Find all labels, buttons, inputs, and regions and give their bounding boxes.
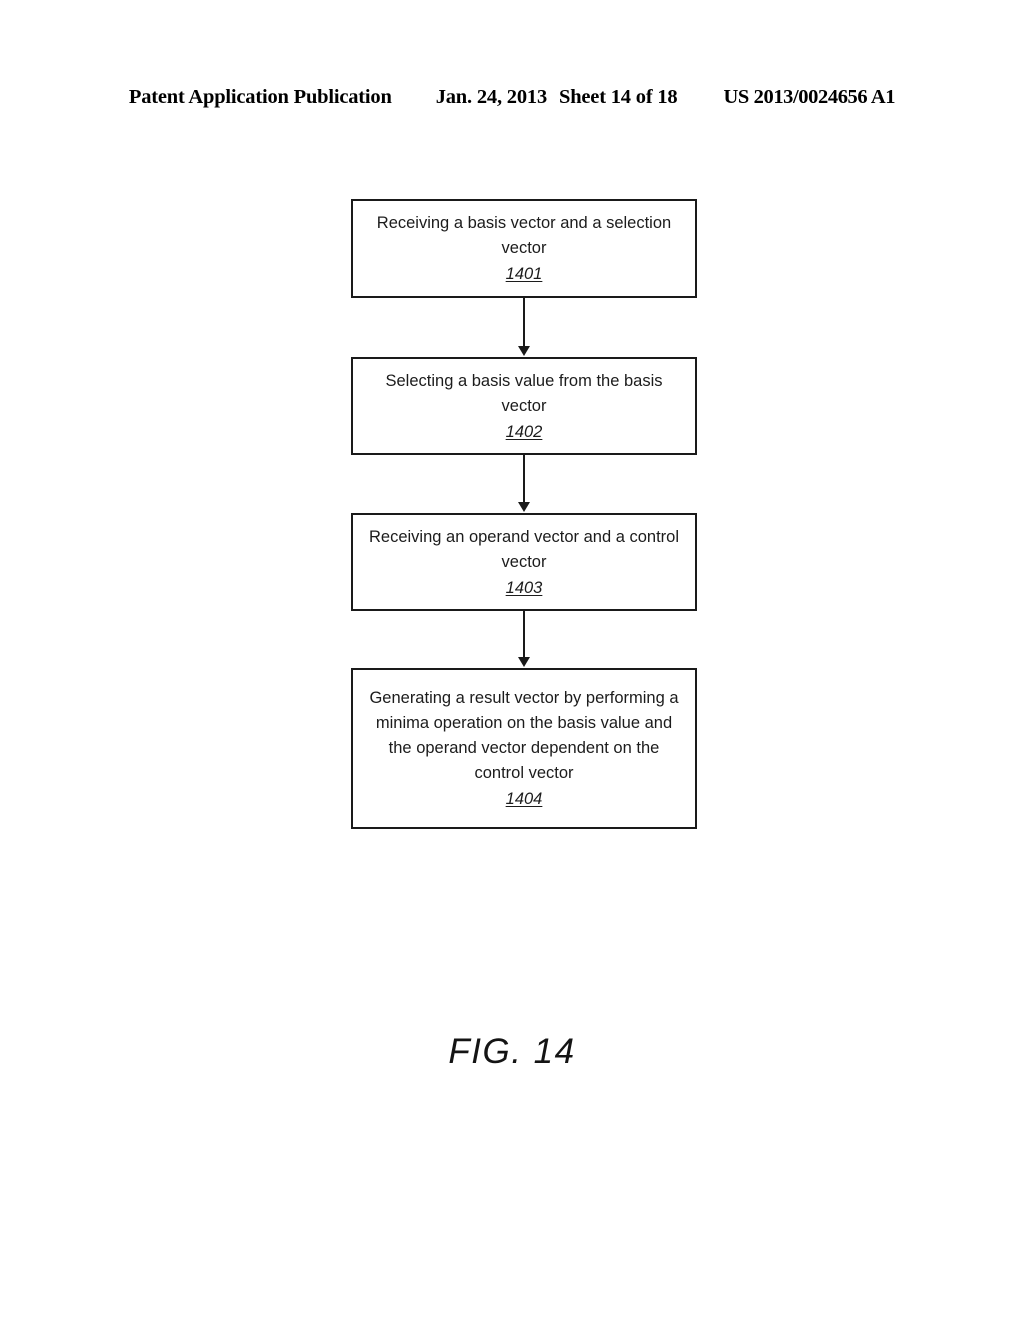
flowchart-node-1401-text: Receiving a basis vector and a selection…	[376, 214, 672, 257]
flowchart-node-1404: Generating a result vector by performing…	[351, 668, 697, 829]
flowchart-node-1401-reference: 1401	[505, 265, 543, 283]
flowchart-arrowhead-1403-to-1404	[518, 657, 530, 667]
flowchart-node-1403-text: Receiving an operand vector and a contro…	[368, 527, 680, 571]
header-publication-number: US 2013/0024656 A1	[723, 86, 896, 108]
flowchart-arrowhead-1402-to-1403	[518, 502, 530, 512]
header-date-label: Jan. 24, 2013	[435, 86, 548, 108]
flowchart-node-1403: Receiving an operand vector and a contro…	[351, 513, 697, 611]
flowchart-node-1404-text: Generating a result vector by performing…	[369, 689, 679, 782]
flowchart-node-1402-reference: 1402	[505, 422, 543, 441]
flowchart-connector-1401-to-1402	[523, 298, 525, 346]
flowchart-node-1402-text: Selecting a basis value from the basis v…	[385, 371, 663, 415]
flowchart-arrowhead-1401-to-1402	[518, 346, 530, 356]
header-sheet-label: Sheet 14 of 18	[559, 86, 678, 108]
flowchart-node-1403-reference: 1403	[505, 578, 543, 597]
flowchart-node-1404-reference: 1404	[505, 790, 543, 808]
page-header: Patent Application Publication Jan. 24, …	[0, 86, 1024, 116]
figure-caption: FIG. 14	[448, 1032, 576, 1071]
flowchart-connector-1403-to-1404	[523, 611, 525, 657]
flowchart-node-1401: Receiving a basis vector and a selection…	[351, 199, 697, 298]
flowchart-node-1402: Selecting a basis value from the basis v…	[351, 357, 697, 455]
header-publication-label: Patent Application Publication	[128, 86, 392, 108]
flowchart-connector-1402-to-1403	[523, 455, 525, 502]
